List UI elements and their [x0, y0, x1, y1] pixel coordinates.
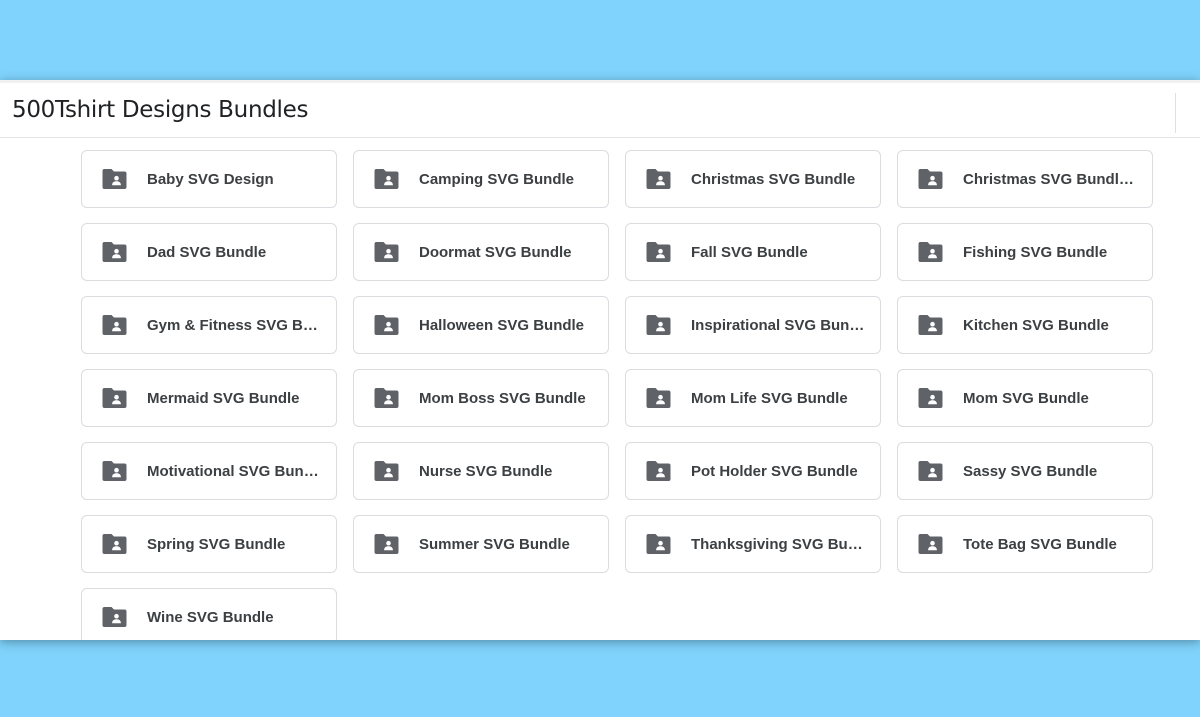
folder-item[interactable]: Gym & Fitness SVG Bun...	[81, 296, 337, 354]
folder-label: Pot Holder SVG Bundle	[691, 462, 858, 480]
shared-folder-icon	[646, 388, 671, 408]
shared-folder-icon	[646, 315, 671, 335]
folder-label: Doormat SVG Bundle	[419, 243, 572, 261]
folder-label: Baby SVG Design	[147, 170, 274, 188]
folder-item[interactable]: Mom Boss SVG Bundle	[353, 369, 609, 427]
folder-item[interactable]: Christmas SVG Bundle	[625, 150, 881, 208]
shared-folder-icon	[374, 461, 399, 481]
shared-folder-icon	[374, 534, 399, 554]
folder-item[interactable]: Inspirational SVG Bundle...	[625, 296, 881, 354]
folder-item[interactable]: Mermaid SVG Bundle	[81, 369, 337, 427]
folder-item[interactable]: Wine SVG Bundle	[81, 588, 337, 640]
folder-item[interactable]: Thanksgiving SVG Bundle	[625, 515, 881, 573]
drive-folder-window: 500Tshirt Designs Bundles Baby SVG Desig…	[0, 80, 1200, 640]
folder-item[interactable]: Baby SVG Design	[81, 150, 337, 208]
folder-item[interactable]: Mom Life SVG Bundle	[625, 369, 881, 427]
folder-label: Mom Boss SVG Bundle	[419, 389, 586, 407]
folder-label: Spring SVG Bundle	[147, 535, 286, 553]
folder-label: Dad SVG Bundle	[147, 243, 267, 261]
shared-folder-icon	[918, 315, 943, 335]
folder-label: Tote Bag SVG Bundle	[963, 535, 1117, 553]
folder-item[interactable]: Halloween SVG Bundle	[353, 296, 609, 354]
folder-label: Thanksgiving SVG Bundle	[691, 535, 869, 553]
shared-folder-icon	[102, 315, 127, 335]
shared-folder-icon	[102, 388, 127, 408]
shared-folder-icon	[646, 242, 671, 262]
folder-label: Sassy SVG Bundle	[963, 462, 1098, 480]
folder-item[interactable]: Christmas SVG Bundle V...	[897, 150, 1153, 208]
folder-label: Gym & Fitness SVG Bun...	[147, 316, 325, 334]
folder-item[interactable]: Camping SVG Bundle	[353, 150, 609, 208]
folder-label: Fall SVG Bundle	[691, 243, 808, 261]
folder-item[interactable]: Tote Bag SVG Bundle	[897, 515, 1153, 573]
shared-folder-icon	[918, 242, 943, 262]
folder-label: Summer SVG Bundle	[419, 535, 570, 553]
folder-label: Inspirational SVG Bundle...	[691, 316, 869, 334]
folder-label: Mom Life SVG Bundle	[691, 389, 848, 407]
folder-label: Christmas SVG Bundle V...	[963, 170, 1141, 188]
folder-label: Fishing SVG Bundle	[963, 243, 1108, 261]
shared-folder-icon	[918, 534, 943, 554]
folder-grid: Baby SVG Design Camping SVG Bundle Christm…	[81, 150, 1153, 640]
folder-item[interactable]: Fishing SVG Bundle	[897, 223, 1153, 281]
shared-folder-icon	[918, 461, 943, 481]
shared-folder-icon	[102, 169, 127, 189]
folder-item[interactable]: Summer SVG Bundle	[353, 515, 609, 573]
shared-folder-icon	[374, 242, 399, 262]
folder-item[interactable]: Kitchen SVG Bundle	[897, 296, 1153, 354]
folder-item[interactable]: Spring SVG Bundle	[81, 515, 337, 573]
folder-label: Camping SVG Bundle	[419, 170, 575, 188]
header-divider	[1175, 93, 1176, 133]
folder-item[interactable]: Sassy SVG Bundle	[897, 442, 1153, 500]
shared-folder-icon	[374, 169, 399, 189]
folder-item[interactable]: Pot Holder SVG Bundle	[625, 442, 881, 500]
folder-item[interactable]: Fall SVG Bundle	[625, 223, 881, 281]
folder-label: Wine SVG Bundle	[147, 608, 274, 626]
folder-label: Motivational SVG Bundle	[147, 462, 325, 480]
folder-item[interactable]: Motivational SVG Bundle	[81, 442, 337, 500]
page-title: 500Tshirt Designs Bundles	[12, 97, 309, 123]
folder-label: Mom SVG Bundle	[963, 389, 1089, 407]
shared-folder-icon	[646, 461, 671, 481]
shared-folder-icon	[646, 534, 671, 554]
folder-label: Mermaid SVG Bundle	[147, 389, 300, 407]
shared-folder-icon	[918, 169, 943, 189]
shared-folder-icon	[102, 534, 127, 554]
folder-item[interactable]: Dad SVG Bundle	[81, 223, 337, 281]
folder-label: Halloween SVG Bundle	[419, 316, 585, 334]
shared-folder-icon	[646, 169, 671, 189]
shared-folder-icon	[374, 315, 399, 335]
shared-folder-icon	[102, 461, 127, 481]
shared-folder-icon	[918, 388, 943, 408]
folder-item[interactable]: Nurse SVG Bundle	[353, 442, 609, 500]
shared-folder-icon	[374, 388, 399, 408]
folder-item[interactable]: Doormat SVG Bundle	[353, 223, 609, 281]
folder-label: Christmas SVG Bundle	[691, 170, 856, 188]
shared-folder-icon	[102, 242, 127, 262]
header: 500Tshirt Designs Bundles	[0, 80, 1200, 138]
folder-item[interactable]: Mom SVG Bundle	[897, 369, 1153, 427]
folder-label: Nurse SVG Bundle	[419, 462, 553, 480]
folder-label: Kitchen SVG Bundle	[963, 316, 1109, 334]
shared-folder-icon	[102, 607, 127, 627]
